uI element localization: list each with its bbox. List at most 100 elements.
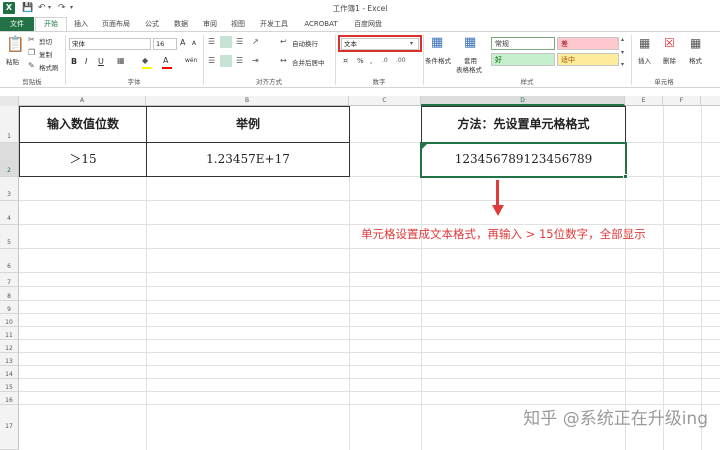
- bold-button[interactable]: B: [71, 57, 77, 66]
- cell-b1[interactable]: 举例: [147, 107, 349, 142]
- italic-button[interactable]: I: [85, 57, 87, 66]
- row-header[interactable]: 9: [0, 301, 18, 314]
- format-painter-icon: ✎: [28, 61, 35, 70]
- row-header[interactable]: 8: [0, 287, 18, 301]
- row-header[interactable]: 10: [0, 314, 18, 327]
- tab-home[interactable]: 开始: [35, 17, 67, 31]
- style-neutral[interactable]: 适中: [557, 53, 619, 66]
- paste-button[interactable]: 粘贴: [6, 56, 19, 66]
- tab-baidu[interactable]: 百度网盘: [347, 17, 389, 31]
- tab-insert[interactable]: 插入: [68, 17, 94, 31]
- cell-a1[interactable]: 输入数值位数: [20, 107, 146, 142]
- paste-icon[interactable]: 📋: [6, 36, 25, 52]
- fill-color-swatch: [142, 67, 152, 69]
- column-header-f[interactable]: F: [663, 96, 701, 106]
- row-header[interactable]: 3: [0, 177, 18, 201]
- fill-handle[interactable]: [623, 174, 628, 179]
- format-painter-button[interactable]: 格式刷: [39, 62, 59, 72]
- row-header[interactable]: 6: [0, 249, 18, 273]
- accounting-icon[interactable]: ¤: [343, 56, 348, 66]
- style-scroll-up-icon[interactable]: ▴: [621, 35, 624, 45]
- increase-decimal-icon[interactable]: .0: [382, 56, 388, 66]
- cell-d1[interactable]: 方法：先设置单元格格式: [422, 107, 625, 142]
- group-label-alignment: 对齐方式: [256, 78, 282, 86]
- column-header-b[interactable]: B: [146, 96, 349, 106]
- column-header-c[interactable]: C: [349, 96, 421, 106]
- align-top-icon[interactable]: ☰: [208, 37, 215, 47]
- cell-a2[interactable]: ＞15: [20, 143, 146, 176]
- row-header[interactable]: 4: [0, 201, 18, 225]
- annotation-text: 单元格设置成文本格式，再输入 > 15位数字，全部显示: [361, 227, 646, 241]
- shrink-font-icon[interactable]: A: [192, 40, 196, 47]
- phonetic-button[interactable]: wén: [185, 57, 197, 64]
- align-right-icon[interactable]: ☰: [236, 56, 243, 66]
- format-cells-button[interactable]: 格式: [689, 55, 702, 65]
- grow-font-icon[interactable]: A: [180, 38, 185, 47]
- percent-button[interactable]: %: [357, 57, 364, 65]
- tab-data[interactable]: 数据: [168, 17, 194, 31]
- align-middle-icon[interactable]: [220, 36, 232, 48]
- insert-cells-button[interactable]: 插入: [638, 55, 651, 65]
- decrease-decimal-icon[interactable]: .00: [396, 56, 406, 66]
- format-as-table-icon: ▦: [464, 35, 477, 50]
- row-header[interactable]: 16: [0, 392, 18, 405]
- row-header[interactable]: 11: [0, 327, 18, 340]
- delete-cells-button[interactable]: 删除: [663, 55, 676, 65]
- conditional-format-button[interactable]: 条件格式: [425, 55, 451, 65]
- row-header[interactable]: 2: [0, 143, 18, 177]
- text-number-indicator: [422, 144, 427, 149]
- row-header[interactable]: 17: [0, 405, 18, 450]
- tab-view[interactable]: 视图: [225, 17, 251, 31]
- row-header[interactable]: 7: [0, 273, 18, 287]
- fill-color-icon[interactable]: ◆: [142, 56, 148, 66]
- title-bar: X 💾 ↶ ▾ ↷ ▾ 工作簿1 - Excel: [0, 0, 720, 17]
- copy-button[interactable]: 复制: [39, 49, 52, 59]
- select-all-corner[interactable]: [0, 96, 19, 106]
- tab-page-layout[interactable]: 页面布局: [96, 17, 136, 31]
- tab-acrobat[interactable]: ACROBAT: [298, 17, 344, 31]
- font-color-button[interactable]: A: [163, 56, 168, 65]
- column-header-a[interactable]: A: [19, 96, 146, 106]
- row-header[interactable]: 13: [0, 353, 18, 366]
- group-label-cells: 单元格: [654, 78, 674, 86]
- tab-file[interactable]: 文件: [0, 17, 34, 31]
- underline-button[interactable]: U: [98, 57, 104, 66]
- cut-button[interactable]: 剪切: [39, 36, 52, 46]
- cut-icon: ✂: [28, 35, 35, 44]
- orientation-icon[interactable]: ↗: [252, 37, 259, 47]
- row-header[interactable]: 5: [0, 225, 18, 249]
- style-normal[interactable]: 常规: [491, 37, 555, 50]
- tab-developer[interactable]: 开发工具: [254, 17, 294, 31]
- group-label-clipboard: 剪贴板: [22, 78, 42, 86]
- column-header-e[interactable]: E: [625, 96, 663, 106]
- align-center-icon[interactable]: [220, 55, 232, 67]
- comma-button[interactable]: ,: [370, 57, 372, 65]
- copy-icon: ❐: [28, 48, 36, 57]
- font-name-select[interactable]: 宋体: [69, 38, 151, 50]
- align-left-icon[interactable]: ☰: [208, 56, 215, 66]
- style-scroll-down-icon[interactable]: ▾: [621, 48, 624, 58]
- font-size-select[interactable]: 16: [153, 38, 177, 50]
- column-header-d[interactable]: D: [421, 96, 625, 106]
- number-format-select[interactable]: 文本: [341, 38, 419, 50]
- format-as-table-label2[interactable]: 表格格式: [456, 64, 482, 74]
- merge-center-button[interactable]: 合并后居中: [292, 57, 325, 67]
- style-more-icon[interactable]: ▾: [621, 60, 624, 70]
- row-header[interactable]: 12: [0, 340, 18, 353]
- formula-bar[interactable]: [0, 88, 720, 96]
- row-header[interactable]: 1: [0, 106, 18, 143]
- borders-icon[interactable]: ▦: [117, 56, 125, 66]
- style-good[interactable]: 好: [491, 53, 555, 66]
- cell-b2[interactable]: 1.23457E+17: [147, 143, 349, 176]
- align-bottom-icon[interactable]: ☰: [236, 37, 243, 47]
- window-title: 工作簿1 - Excel: [332, 4, 388, 13]
- tab-formulas[interactable]: 公式: [139, 17, 165, 31]
- tab-review[interactable]: 审阅: [197, 17, 223, 31]
- row-header[interactable]: 14: [0, 366, 18, 379]
- indent-icon[interactable]: ⇥: [252, 56, 259, 66]
- row-header[interactable]: 15: [0, 379, 18, 392]
- wrap-text-button[interactable]: 自动换行: [292, 38, 318, 48]
- chevron-down-icon[interactable]: ▾: [410, 39, 413, 49]
- style-bad[interactable]: 差: [557, 37, 619, 50]
- annotation-arrow-shaft: [496, 180, 499, 206]
